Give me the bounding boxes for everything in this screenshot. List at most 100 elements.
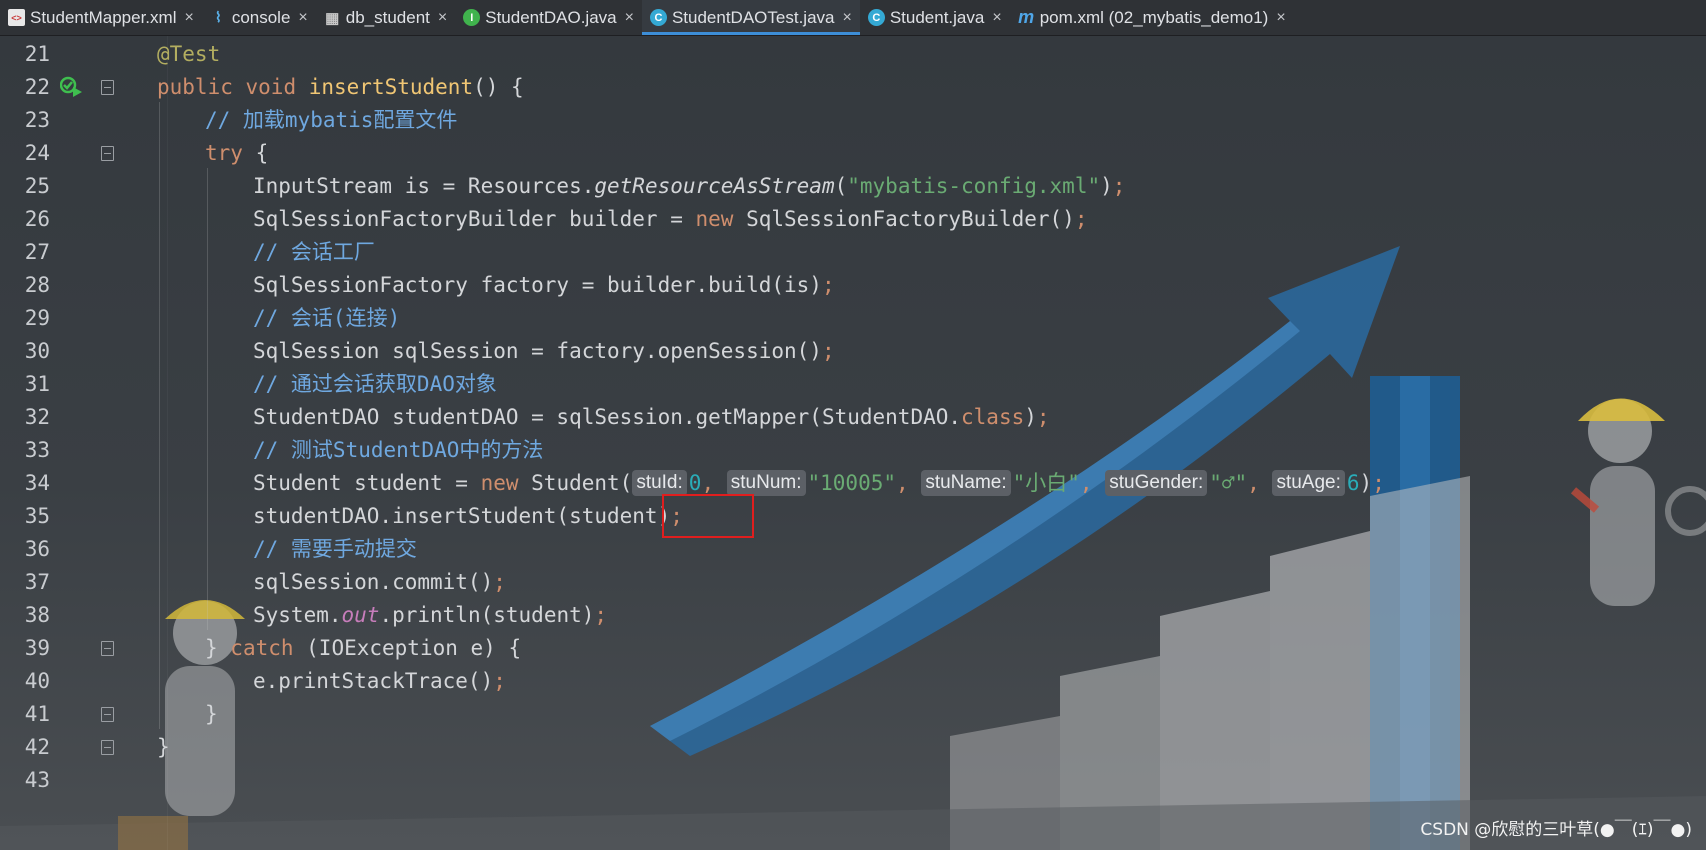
close-icon[interactable]: ×	[438, 9, 447, 27]
code-token: 6	[1346, 471, 1360, 495]
line-number: 28	[24, 273, 50, 297]
code-line[interactable]: 25 InputStream is = Resources.getResource…	[0, 168, 1706, 204]
code-line[interactable]: 34 Student student = new Student(stuId: 0,…	[0, 465, 1706, 501]
code-token: // 会话(连接)	[253, 306, 401, 330]
code-line[interactable]: 37 sqlSession.commit();	[0, 564, 1706, 600]
close-icon[interactable]: ×	[992, 9, 1001, 27]
fold-toggle-icon[interactable]	[101, 80, 114, 95]
code-token: "mybatis-config.xml"	[847, 174, 1101, 198]
tab-label: console	[231, 7, 291, 27]
code-token: Student(	[531, 471, 633, 495]
code-text: // 会话工厂	[253, 234, 375, 270]
code-text: sqlSession.commit();	[253, 564, 506, 600]
line-number: 43	[24, 768, 50, 792]
run-test-icon[interactable]	[60, 76, 84, 98]
code-token: studentDAO.insertStudent(student)	[253, 504, 671, 528]
class-icon: C	[867, 9, 885, 26]
code-line[interactable]: 30 SqlSession sqlSession = factory.openSe…	[0, 333, 1706, 369]
code-token: SqlSessionFactoryBuilder builder =	[253, 207, 696, 231]
code-token: "小白"	[1012, 471, 1080, 495]
code-text: studentDAO.insertStudent(student);	[253, 498, 683, 534]
code-line[interactable]: 23 // 加载mybatis配置文件	[0, 102, 1706, 138]
code-token: Student student =	[253, 471, 481, 495]
line-number: 34	[24, 471, 50, 495]
code-line[interactable]: 29 // 会话(连接)	[0, 300, 1706, 336]
parameter-hint: stuName:	[921, 470, 1011, 496]
parameter-hint: stuAge:	[1272, 470, 1345, 496]
fold-toggle-icon[interactable]	[101, 641, 114, 656]
code-line[interactable]: 38 System.out.println(student);	[0, 597, 1706, 633]
code-line[interactable]: 35 studentDAO.insertStudent(student);	[0, 498, 1706, 534]
code-token: ;	[1074, 207, 1088, 231]
code-token: )	[1359, 471, 1373, 495]
code-token: "♂"	[1209, 471, 1248, 495]
tab-console[interactable]: ⌇ console ×	[202, 0, 316, 35]
code-token: StudentDAO studentDAO = sqlSession.getMa…	[253, 405, 962, 429]
code-token: (	[834, 174, 848, 198]
tab-label: pom.xml (02_mybatis_demo1)	[1039, 7, 1269, 27]
code-token: System.	[253, 603, 342, 627]
code-token: // 会话工厂	[253, 240, 375, 264]
line-number: 25	[24, 174, 50, 198]
tab-label: Student.java	[889, 7, 985, 27]
code-token: "10005"	[807, 471, 897, 495]
line-number: 41	[24, 702, 50, 726]
code-line[interactable]: 43	[0, 762, 1706, 798]
code-token: getResourceAsStream	[594, 174, 835, 198]
code-token: ;	[493, 669, 506, 693]
tab-studentdao-java[interactable]: I StudentDAO.java ×	[455, 0, 642, 35]
code-line[interactable]: 22 public void insertStudent() {	[0, 69, 1706, 105]
tab-label: db_student	[345, 7, 430, 27]
tab-student-java[interactable]: C Student.java ×	[860, 0, 1010, 35]
close-icon[interactable]: ×	[625, 9, 634, 27]
line-number: 32	[24, 405, 50, 429]
code-line[interactable]: 26 SqlSessionFactoryBuilder builder = new…	[0, 201, 1706, 237]
code-line[interactable]: 33 // 测试StudentDAO中的方法	[0, 432, 1706, 468]
code-line[interactable]: 27 // 会话工厂	[0, 234, 1706, 270]
code-token: ,	[1247, 471, 1273, 495]
tab-pom-xml-02-mybatis-demo1-[interactable]: m pom.xml (02_mybatis_demo1) ×	[1010, 0, 1294, 35]
line-number: 23	[24, 108, 50, 132]
close-icon[interactable]: ×	[298, 9, 307, 27]
code-line[interactable]: 24 try {	[0, 135, 1706, 171]
code-line[interactable]: 21 @Test	[0, 36, 1706, 72]
code-token: }	[205, 636, 231, 660]
tab-studentmapper-xml[interactable]: <> StudentMapper.xml ×	[0, 0, 202, 35]
code-line[interactable]: 39} catch (IOException e) {	[0, 630, 1706, 666]
code-token: () {	[473, 75, 524, 99]
code-token: ,	[1079, 471, 1106, 495]
code-token: (IOException e) {	[306, 636, 522, 660]
code-token: class	[961, 405, 1025, 429]
code-line[interactable]: 36 // 需要手动提交	[0, 531, 1706, 567]
maven-icon: m	[1018, 7, 1035, 27]
code-line[interactable]: 40 e.printStackTrace();	[0, 663, 1706, 699]
fold-toggle-icon[interactable]	[101, 146, 114, 161]
close-icon[interactable]: ×	[1276, 9, 1285, 27]
code-token: e.printStackTrace()	[253, 669, 494, 693]
code-token: new	[480, 471, 532, 495]
code-token: insertStudent	[308, 75, 474, 99]
close-icon[interactable]: ×	[842, 9, 851, 27]
code-token: }	[205, 702, 218, 726]
code-text: InputStream is = Resources.getResourceAs…	[253, 168, 1125, 204]
fold-toggle-icon[interactable]	[101, 740, 114, 755]
table-icon: ▦	[325, 9, 340, 27]
code-line[interactable]: 28 SqlSessionFactory factory = builder.bu…	[0, 267, 1706, 303]
code-line[interactable]: 42}	[0, 729, 1706, 765]
tab-studentdaotest-java[interactable]: C StudentDAOTest.java ×	[641, 0, 860, 35]
line-number: 21	[24, 42, 50, 66]
code-line[interactable]: 41}	[0, 696, 1706, 732]
code-token: .println(student)	[379, 603, 595, 627]
code-text: } catch (IOException e) {	[205, 630, 521, 666]
code-editor[interactable]: 21 @Test 22 public void insertStudent() {23…	[0, 36, 1706, 850]
line-number: 30	[24, 339, 50, 363]
code-line[interactable]: 31 // 通过会话获取DAO对象	[0, 366, 1706, 402]
close-icon[interactable]: ×	[184, 9, 193, 27]
code-line[interactable]: 32 StudentDAO studentDAO = sqlSession.get…	[0, 399, 1706, 435]
tab-db-student[interactable]: ▦ db_student ×	[316, 0, 455, 35]
fold-toggle-icon[interactable]	[101, 707, 114, 722]
tab-label: StudentMapper.xml	[30, 7, 177, 27]
parameter-hint: stuNum:	[726, 470, 806, 496]
line-number: 24	[24, 141, 50, 165]
line-number: 27	[24, 240, 50, 264]
